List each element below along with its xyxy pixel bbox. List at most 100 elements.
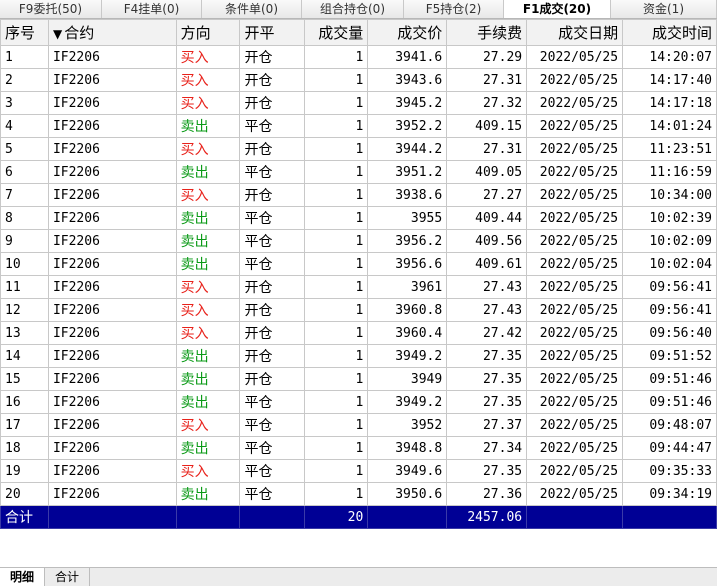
- table-row[interactable]: 20 IF2206 卖出 平仓 1 3950.6 27.36 2022/05/25 09:34:…: [0, 482, 717, 506]
- cell-price: 3945.2: [367, 91, 448, 115]
- cell-seq: 6: [0, 160, 49, 184]
- col-header-qty[interactable]: 成交量: [304, 19, 369, 46]
- table-row[interactable]: 17 IF2206 买入 平仓 1 3952 27.37 2022/05/25 09:48:07: [0, 413, 717, 437]
- cell-direction: 卖出: [175, 160, 241, 184]
- table-row[interactable]: 9 IF2206 卖出 平仓 1 3956.2 409.56 2022/05/25 10:02:…: [0, 229, 717, 253]
- total-label: 合计: [0, 505, 49, 529]
- tab-3[interactable]: 组合持仓(0): [302, 0, 404, 18]
- table-row[interactable]: 18 IF2206 卖出 平仓 1 3948.8 27.34 2022/05/25 09:44:…: [0, 436, 717, 460]
- cell-seq: 12: [0, 298, 49, 322]
- tab-5[interactable]: F1成交(20): [504, 0, 611, 18]
- cell-fee: 27.43: [446, 298, 528, 322]
- cell-contract: IF2206: [47, 413, 177, 437]
- bottom-tab-1[interactable]: 合计: [45, 568, 91, 586]
- table-row[interactable]: 16 IF2206 卖出 平仓 1 3949.2 27.35 2022/05/25 09:51:…: [0, 390, 717, 414]
- cell-date: 2022/05/25: [526, 229, 624, 253]
- cell-qty: 1: [304, 436, 369, 460]
- total-cell: [622, 505, 717, 529]
- table-row[interactable]: 7 IF2206 买入 开仓 1 3938.6 27.27 2022/05/25 10:34:0…: [0, 183, 717, 207]
- cell-direction: 买入: [175, 321, 241, 345]
- table-row[interactable]: 4 IF2206 卖出 平仓 1 3952.2 409.15 2022/05/25 14:01:…: [0, 114, 717, 138]
- tab-1[interactable]: F4挂单(0): [102, 0, 202, 18]
- col-header-price[interactable]: 成交价: [367, 19, 448, 46]
- cell-qty: 1: [304, 137, 369, 161]
- table-row[interactable]: 14 IF2206 卖出 开仓 1 3949.2 27.35 2022/05/25 09:51:…: [0, 344, 717, 368]
- cell-direction: 卖出: [175, 436, 241, 460]
- cell-price: 3949.2: [367, 390, 448, 414]
- cell-offset: 平仓: [239, 160, 306, 184]
- col-header-date[interactable]: 成交日期: [526, 19, 624, 46]
- table-row[interactable]: 8 IF2206 卖出 平仓 1 3955 409.44 2022/05/25 10:02:39: [0, 206, 717, 230]
- cell-direction: 买入: [175, 68, 241, 92]
- table-row[interactable]: 12 IF2206 买入 开仓 1 3960.8 27.43 2022/05/25 09:56:…: [0, 298, 717, 322]
- cell-date: 2022/05/25: [526, 344, 624, 368]
- col-header-time[interactable]: 成交时间: [622, 19, 717, 46]
- cell-fee: 27.35: [446, 390, 528, 414]
- cell-price: 3952: [367, 413, 448, 437]
- cell-date: 2022/05/25: [526, 321, 624, 345]
- table-row[interactable]: 3 IF2206 买入 开仓 1 3945.2 27.32 2022/05/25 14:17:1…: [0, 91, 717, 115]
- cell-price: 3943.6: [367, 68, 448, 92]
- tab-4[interactable]: F5持仓(2): [404, 0, 504, 18]
- cell-contract: IF2206: [47, 206, 177, 230]
- cell-contract: IF2206: [47, 137, 177, 161]
- bottom-tab-0[interactable]: 明细: [0, 568, 46, 586]
- cell-qty: 1: [304, 206, 369, 230]
- filter-icon[interactable]: ▼: [53, 27, 62, 41]
- col-header-contract[interactable]: ▼ 合约: [47, 19, 177, 46]
- cell-contract: IF2206: [47, 183, 177, 207]
- cell-price: 3956.6: [367, 252, 448, 276]
- cell-fee: 27.37: [446, 413, 528, 437]
- tab-6[interactable]: 资金(1): [611, 0, 717, 18]
- table-row[interactable]: 13 IF2206 买入 开仓 1 3960.4 27.42 2022/05/25 09:56:…: [0, 321, 717, 345]
- col-header-fee[interactable]: 手续费: [446, 19, 528, 46]
- cell-time: 14:20:07: [622, 45, 717, 69]
- table-row[interactable]: 2 IF2206 买入 开仓 1 3943.6 27.31 2022/05/25 14:17:4…: [0, 68, 717, 92]
- cell-seq: 1: [0, 45, 49, 69]
- cell-direction: 买入: [175, 183, 241, 207]
- cell-time: 10:02:04: [622, 252, 717, 276]
- table-row[interactable]: 6 IF2206 卖出 平仓 1 3951.2 409.05 2022/05/25 11:16:…: [0, 160, 717, 184]
- cell-time: 09:56:41: [622, 275, 717, 299]
- cell-direction: 卖出: [175, 229, 241, 253]
- cell-contract: IF2206: [47, 390, 177, 414]
- total-cell: [367, 505, 448, 529]
- cell-price: 3950.6: [367, 482, 448, 506]
- table-row[interactable]: 11 IF2206 买入 开仓 1 3961 27.43 2022/05/25 09:56:41: [0, 275, 717, 299]
- cell-time: 09:56:40: [622, 321, 717, 345]
- col-header-direction[interactable]: 方向: [175, 19, 241, 46]
- total-cell: [47, 505, 177, 529]
- table-row[interactable]: 15 IF2206 卖出 开仓 1 3949 27.35 2022/05/25 09:51:46: [0, 367, 717, 391]
- cell-seq: 4: [0, 114, 49, 138]
- table-row[interactable]: 1 IF2206 买入 开仓 1 3941.6 27.29 2022/05/25 14:20:0…: [0, 45, 717, 69]
- col-header-offset[interactable]: 开平: [239, 19, 306, 46]
- cell-contract: IF2206: [47, 229, 177, 253]
- cell-date: 2022/05/25: [526, 298, 624, 322]
- cell-fee: 409.44: [446, 206, 528, 230]
- cell-seq: 15: [0, 367, 49, 391]
- cell-contract: IF2206: [47, 367, 177, 391]
- cell-contract: IF2206: [47, 298, 177, 322]
- total-cell: [239, 505, 306, 529]
- cell-price: 3952.2: [367, 114, 448, 138]
- cell-price: 3944.2: [367, 137, 448, 161]
- cell-offset: 开仓: [239, 45, 306, 69]
- cell-seq: 17: [0, 413, 49, 437]
- cell-fee: 27.29: [446, 45, 528, 69]
- cell-seq: 5: [0, 137, 49, 161]
- cell-offset: 开仓: [239, 183, 306, 207]
- cell-date: 2022/05/25: [526, 114, 624, 138]
- tab-2[interactable]: 条件单(0): [202, 0, 302, 18]
- total-fee: 2457.06: [446, 505, 528, 529]
- cell-time: 09:56:41: [622, 298, 717, 322]
- tab-0[interactable]: F9委托(50): [0, 0, 102, 18]
- cell-price: 3941.6: [367, 45, 448, 69]
- col-header-seq[interactable]: 序号: [0, 19, 49, 46]
- trade-tab-bar: F9委托(50) F4挂单(0) 条件单(0) 组合持仓(0) F5持仓(2) F1成交(…: [0, 0, 717, 19]
- cell-seq: 2: [0, 68, 49, 92]
- table-row[interactable]: 10 IF2206 卖出 平仓 1 3956.6 409.61 2022/05/25 10:02…: [0, 252, 717, 276]
- cell-qty: 1: [304, 459, 369, 483]
- table-row[interactable]: 19 IF2206 买入 平仓 1 3949.6 27.35 2022/05/25 09:35:…: [0, 459, 717, 483]
- table-row[interactable]: 5 IF2206 买入 开仓 1 3944.2 27.31 2022/05/25 11:23:5…: [0, 137, 717, 161]
- cell-fee: 409.56: [446, 229, 528, 253]
